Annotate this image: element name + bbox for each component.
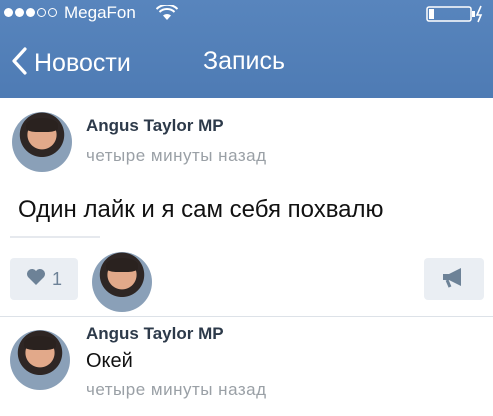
signal-strength-icon	[4, 8, 57, 17]
author-avatar[interactable]	[12, 112, 72, 172]
post-timestamp: четыре минуты назад	[86, 146, 267, 165]
comment-timestamp: четыре минуты назад	[86, 380, 267, 399]
like-count: 1	[51, 268, 62, 289]
comments-divider	[0, 316, 493, 317]
back-button-label: Новости	[34, 49, 131, 77]
app-header: MegaFon Новости Запись	[0, 0, 493, 98]
post-actions: 1	[0, 252, 493, 312]
back-button[interactable]: Новости	[10, 46, 131, 81]
like-button[interactable]: 1	[10, 258, 78, 300]
liker-avatar[interactable]	[92, 252, 152, 312]
megaphone-icon	[441, 266, 467, 293]
page-title: Запись	[203, 47, 286, 75]
battery-icon	[426, 5, 486, 28]
post-text: Один лайк и я сам себя похвалю	[18, 196, 384, 223]
chevron-left-icon	[10, 46, 28, 81]
wifi-icon	[155, 3, 179, 26]
divider	[10, 236, 100, 238]
comment-author-name[interactable]: Angus Taylor MP	[86, 324, 224, 344]
status-bar: MegaFon	[0, 0, 493, 26]
comment-author-avatar[interactable]	[10, 330, 70, 390]
comment-text: Окей	[86, 350, 133, 372]
navigation-bar: Новости Запись	[0, 38, 493, 92]
heart-icon	[26, 268, 46, 291]
carrier-name: MegaFon	[64, 3, 136, 22]
post-author-name[interactable]: Angus Taylor MP	[86, 116, 224, 136]
share-button[interactable]	[424, 258, 484, 300]
